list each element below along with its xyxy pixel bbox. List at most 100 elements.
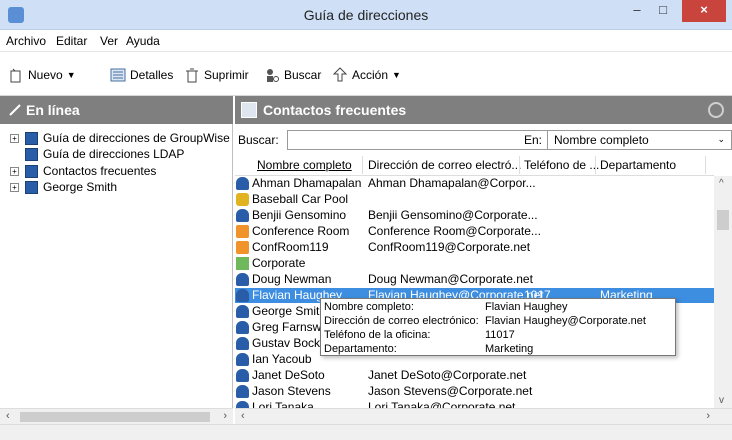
column-header-phone[interactable]: Teléfono de ... — [524, 158, 599, 172]
resource-icon — [236, 225, 249, 238]
menu-bar: Archivo Editar Ver Ayuda — [0, 30, 732, 52]
close-button[interactable]: × — [682, 0, 726, 22]
tree-item-ldap[interactable]: Guía de direcciones LDAP — [10, 146, 184, 162]
action-icon — [332, 67, 348, 82]
person-icon — [236, 337, 249, 350]
contact-row[interactable]: Lori Tanaka Lori Tanaka@Corporate.net — [235, 400, 714, 408]
tooltip-key: Nombre completo: — [324, 301, 414, 313]
contact-name: Benjii Gensomino — [252, 208, 347, 222]
details-icon — [110, 68, 126, 82]
delete-button[interactable]: Suprimir — [184, 66, 249, 84]
scroll-left-icon[interactable]: ‹ — [6, 410, 10, 422]
contact-row[interactable]: Janet DeSoto Janet DeSoto@Corporate.net — [235, 368, 714, 383]
vertical-scrollbar[interactable]: ^ v — [714, 176, 732, 408]
person-icon — [236, 289, 249, 302]
resource-icon — [236, 241, 249, 254]
contact-name: George Smith — [252, 304, 327, 318]
tooltip-value: Flavian Haughey@Corporate.net — [485, 315, 646, 327]
person-icon — [236, 385, 249, 398]
search-field-select[interactable]: Nombre completo ⌄ — [547, 130, 732, 150]
search-input[interactable] — [287, 130, 553, 150]
contact-name: Ian Yacoub — [252, 352, 312, 366]
expand-icon[interactable]: + — [10, 166, 19, 176]
contact-row[interactable]: Benjii Gensomino Benjii Gensomino@Corpor… — [235, 208, 714, 223]
column-header-name[interactable]: Nombre completo — [257, 158, 352, 172]
contact-name: Corporate — [252, 256, 306, 270]
contacts-pane-title: Contactos frecuentes — [263, 102, 407, 118]
contact-row[interactable]: Ahman Dhamapalan Ahman Dhamapalan@Corpor… — [235, 176, 714, 191]
scroll-left-icon[interactable]: ‹ — [241, 410, 245, 422]
contact-name: Jason Stevens — [252, 384, 331, 398]
left-horizontal-scrollbar[interactable]: ‹ › — [0, 408, 233, 424]
trash-icon — [186, 68, 198, 83]
contact-row[interactable]: Conference Room Conference Room@Corporat… — [235, 224, 714, 239]
contact-name: Janet DeSoto — [252, 368, 325, 382]
contact-name: Conference Room — [252, 224, 350, 238]
new-button[interactable]: Nuevo ▼ — [8, 66, 76, 84]
tree-item-frequent[interactable]: + Contactos frecuentes — [10, 163, 156, 179]
contact-email: Benjii Gensomino@Corporate... — [368, 208, 538, 222]
contact-name: Doug Newman — [252, 272, 332, 286]
search-field-label: Buscar: — [238, 133, 279, 147]
tree-item-label: Guía de direcciones de GroupWise — [43, 131, 230, 145]
contact-row[interactable]: Corporate — [235, 256, 714, 271]
contact-row[interactable]: Doug Newman Doug Newman@Corporate.net — [235, 272, 714, 287]
contact-name: Baseball Car Pool — [252, 192, 349, 206]
menu-archivo[interactable]: Archivo — [6, 34, 46, 48]
person-icon — [236, 353, 249, 366]
status-bar — [0, 424, 732, 440]
menu-ayuda[interactable]: Ayuda — [126, 34, 160, 48]
person-icon — [236, 177, 249, 190]
window-title: Guía de direcciones — [303, 7, 429, 23]
scroll-thumb[interactable] — [20, 412, 210, 422]
title-bar: Guía de direcciones – □ × — [0, 0, 732, 30]
tree-item-groupwise[interactable]: + Guía de direcciones de GroupWise — [10, 130, 230, 146]
address-book-icon — [25, 180, 38, 194]
scroll-right-icon[interactable]: › — [223, 410, 227, 422]
expand-icon[interactable]: + — [10, 182, 19, 192]
toolbar: Nuevo ▼ Detalles Suprimir Buscar Acción … — [0, 52, 732, 96]
contact-email: Lori Tanaka@Corporate.net — [368, 400, 516, 408]
contact-row[interactable]: Jason Stevens Jason Stevens@Corporate.ne… — [235, 384, 714, 399]
search-person-icon — [267, 69, 279, 82]
tooltip-value: 11017 — [485, 329, 515, 341]
menu-ver[interactable]: Ver — [100, 34, 118, 48]
action-button[interactable]: Acción ▼ — [332, 66, 401, 84]
contact-name: Lori Tanaka — [252, 400, 314, 408]
new-label: Nuevo — [28, 68, 63, 82]
tooltip-key: Dirección de correo electrónico: — [324, 315, 479, 327]
tree-item-george[interactable]: + George Smith — [10, 179, 117, 195]
menu-editar[interactable]: Editar — [56, 34, 87, 48]
contact-name: Gustav Bock — [252, 336, 321, 350]
scroll-right-icon[interactable]: › — [706, 410, 710, 422]
action-label: Acción — [352, 68, 389, 82]
person-icon — [236, 209, 249, 222]
details-label: Detalles — [130, 68, 174, 82]
contact-row[interactable]: Baseball Car Pool — [235, 192, 714, 207]
expand-icon[interactable]: + — [10, 133, 19, 143]
contact-row[interactable]: ConfRoom119 ConfRoom119@Corporate.net — [235, 240, 714, 255]
online-pane-title: En línea — [26, 102, 80, 118]
maximize-button[interactable]: □ — [650, 0, 676, 22]
sync-icon[interactable] — [708, 102, 724, 118]
delete-label: Suprimir — [204, 68, 249, 82]
contact-name: ConfRoom119 — [252, 240, 329, 254]
horizontal-scrollbar[interactable]: ‹ › — [235, 408, 732, 424]
search-button[interactable]: Buscar — [264, 66, 321, 84]
contact-email: Doug Newman@Corporate.net — [368, 272, 533, 286]
column-header-email[interactable]: Dirección de correo electró... — [368, 158, 521, 172]
column-header-department[interactable]: Departamento — [600, 158, 676, 172]
search-field-value: Nombre completo — [554, 133, 649, 147]
search-row: Buscar: En: Nombre completo ⌄ — [235, 124, 732, 154]
minimize-button[interactable]: – — [624, 0, 650, 22]
tooltip-value: Marketing — [485, 343, 534, 355]
scroll-thumb[interactable] — [717, 210, 729, 230]
scroll-down-icon[interactable]: v — [719, 395, 724, 406]
online-pane-header: En línea — [0, 96, 233, 124]
chevron-down-icon[interactable]: ▼ — [392, 70, 401, 80]
scroll-up-icon[interactable]: ^ — [719, 178, 724, 189]
details-button[interactable]: Detalles — [110, 66, 173, 84]
person-icon — [236, 305, 249, 318]
online-icon — [9, 104, 21, 116]
chevron-down-icon[interactable]: ▼ — [67, 70, 76, 80]
